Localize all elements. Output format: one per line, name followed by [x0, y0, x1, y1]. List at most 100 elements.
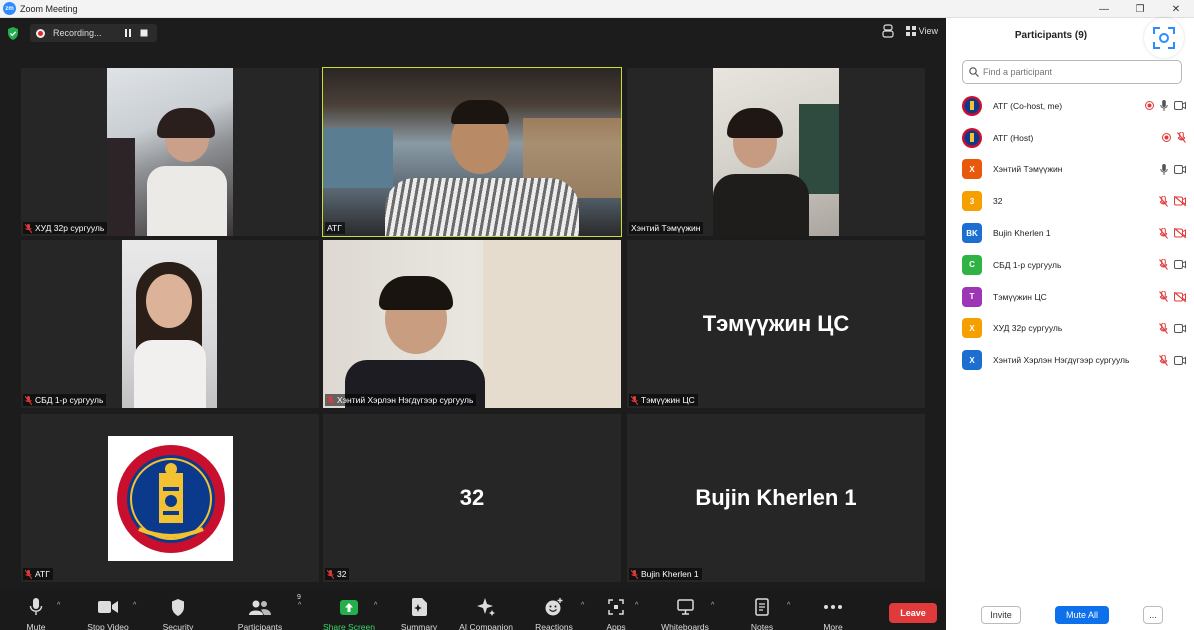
panel-more-button[interactable]: ... — [1143, 606, 1163, 624]
avatar: Х — [962, 159, 982, 180]
participant-row[interactable]: АТГ (Co-host, me) — [962, 90, 1186, 122]
participant-display-name: Тэмүүжин ЦС — [702, 311, 850, 336]
participant-row[interactable]: 3 32 — [962, 185, 1186, 217]
participants-options-caret[interactable]: ^ — [298, 602, 301, 609]
participant-row[interactable]: С СБД 1-р сургууль — [962, 249, 1186, 281]
meeting-toolbar: Mute ^ Stop Video ^ Security 9 Participa… — [0, 588, 946, 630]
muted-mic-icon[interactable] — [1159, 195, 1168, 207]
immersive-view-icon[interactable] — [882, 24, 894, 38]
apps-button[interactable]: Apps — [581, 596, 651, 630]
whiteboards-label: Whiteboards — [661, 622, 709, 630]
participant-list: АТГ (Co-host, me) АТГ (Host) Х Хэнтий Тэмүү… — [962, 90, 1186, 376]
notes-label: Notes — [750, 622, 774, 630]
participant-row[interactable]: Т Тэмүүжин ЦС — [962, 281, 1186, 313]
whiteboards-options-caret[interactable]: ^ — [711, 602, 714, 609]
notes-icon — [755, 596, 769, 618]
muted-mic-icon — [25, 223, 32, 233]
search-input[interactable] — [983, 67, 1173, 77]
participant-count: 9 — [297, 594, 301, 601]
encryption-shield-icon[interactable] — [6, 26, 20, 40]
participant-row[interactable]: Х Хэнтий Хэрлэн Нэгдүгээр сургууль — [962, 344, 1186, 376]
security-button[interactable]: Security — [143, 596, 213, 630]
participant-name: 32 — [993, 196, 1003, 207]
video-tile[interactable]: ХУД 32р сургууль — [21, 68, 319, 236]
stop-recording-button[interactable] — [137, 26, 151, 40]
video-camera-icon[interactable] — [1174, 164, 1186, 174]
participant-video — [107, 68, 233, 236]
leave-button[interactable]: Leave — [889, 603, 937, 623]
microphone-icon[interactable] — [1160, 100, 1168, 112]
mute-button[interactable]: Mute — [1, 596, 71, 630]
participant-row[interactable]: BK Bujin Kherlen 1 — [962, 217, 1186, 249]
muted-mic-icon[interactable] — [1159, 259, 1168, 271]
muted-mic-icon[interactable] — [1159, 291, 1168, 303]
logo-tile[interactable]: АТГ — [21, 414, 319, 582]
participant-name: Хэнтий Хэрлэн Нэгдүгээр сургууль — [993, 355, 1130, 366]
video-off-icon[interactable] — [1174, 196, 1186, 207]
avatar: BK — [962, 223, 982, 244]
name-tile[interactable]: Тэмүүжин ЦС Тэмүүжин ЦС — [627, 240, 925, 408]
recording-icon — [1162, 133, 1171, 143]
apps-options-caret[interactable]: ^ — [635, 602, 638, 609]
more-label: More — [823, 622, 843, 630]
avatar: Т — [962, 286, 982, 307]
muted-mic-icon — [327, 569, 334, 579]
muted-mic-icon[interactable] — [1159, 322, 1168, 334]
muted-mic-icon[interactable] — [1159, 354, 1168, 366]
video-off-icon[interactable] — [1174, 228, 1186, 239]
name-tile[interactable]: Bujin Kherlen 1 Bujin Kherlen 1 — [627, 414, 925, 582]
participant-row[interactable]: Х Хэнтий Тэмүүжин — [962, 154, 1186, 186]
participant-status-icons — [1139, 100, 1186, 112]
video-tile[interactable]: СБД 1-р сургууль — [21, 240, 319, 408]
video-camera-icon — [98, 596, 118, 618]
panel-popout-button[interactable] — [1144, 18, 1184, 58]
tile-name-label: Хэнтий Хэрлэн Нэгдүгээр сургууль — [325, 394, 477, 406]
participant-status-icons — [1153, 354, 1186, 366]
video-off-icon[interactable] — [1174, 291, 1186, 302]
video-camera-icon[interactable] — [1174, 323, 1186, 333]
video-tile[interactable]: Хэнтий Тэмүүжин — [627, 68, 925, 236]
view-button[interactable]: View — [905, 26, 938, 36]
tile-name-label: Bujin Kherlen 1 — [629, 568, 702, 580]
video-options-caret[interactable]: ^ — [133, 602, 136, 609]
microphone-icon — [29, 596, 43, 618]
reactions-button[interactable]: Reactions — [519, 596, 589, 630]
participant-name: СБД 1-р сургууль — [993, 259, 1062, 270]
close-window-button[interactable]: ✕ — [1158, 0, 1194, 18]
video-camera-icon[interactable] — [1174, 260, 1186, 270]
whiteboards-button[interactable]: Whiteboards — [650, 596, 720, 630]
minimize-button[interactable]: — — [1086, 0, 1122, 18]
grid-icon — [905, 26, 916, 36]
mute-options-caret[interactable]: ^ — [57, 602, 60, 609]
muted-mic-icon[interactable] — [1159, 227, 1168, 239]
video-camera-icon[interactable] — [1174, 101, 1186, 111]
tile-name-label: СБД 1-р сургууль — [23, 394, 107, 406]
recording-indicator: Recording... — [30, 24, 157, 42]
participant-row[interactable]: Х ХУД 32р сургууль — [962, 313, 1186, 345]
video-camera-icon[interactable] — [1174, 355, 1186, 365]
video-tile-active-speaker[interactable]: АТГ — [322, 67, 622, 237]
pause-recording-button[interactable] — [121, 26, 135, 40]
ai-companion-button[interactable]: AI Companion — [451, 596, 521, 630]
panel-title: Participants (9) — [1014, 30, 1088, 41]
participant-name: Хэнтий Хэрлэн Нэгдүгээр сургууль — [337, 395, 474, 405]
share-options-caret[interactable]: ^ — [374, 602, 377, 609]
muted-mic-icon[interactable] — [1177, 132, 1186, 144]
microphone-icon[interactable] — [1160, 163, 1168, 175]
more-button[interactable]: More — [798, 596, 868, 630]
participant-name: Хэнтий Тэмүүжин — [993, 164, 1063, 175]
notes-options-caret[interactable]: ^ — [787, 602, 790, 609]
summary-label: Summary — [400, 622, 438, 630]
ai-companion-icon — [476, 596, 496, 618]
maximize-button[interactable]: ❐ — [1122, 0, 1158, 18]
invite-button[interactable]: Invite — [981, 606, 1021, 624]
participants-button[interactable]: 9 Participants — [225, 594, 301, 630]
mute-all-button[interactable]: Mute All — [1055, 606, 1109, 624]
participant-status-icons — [1156, 132, 1186, 144]
summary-button[interactable]: Summary — [384, 596, 454, 630]
video-tile[interactable]: Хэнтий Хэрлэн Нэгдүгээр сургууль — [323, 240, 621, 408]
participant-row[interactable]: АТГ (Host) — [962, 122, 1186, 154]
participant-search[interactable] — [962, 60, 1182, 84]
security-label: Security — [162, 622, 194, 630]
name-tile[interactable]: 32 32 — [323, 414, 621, 582]
